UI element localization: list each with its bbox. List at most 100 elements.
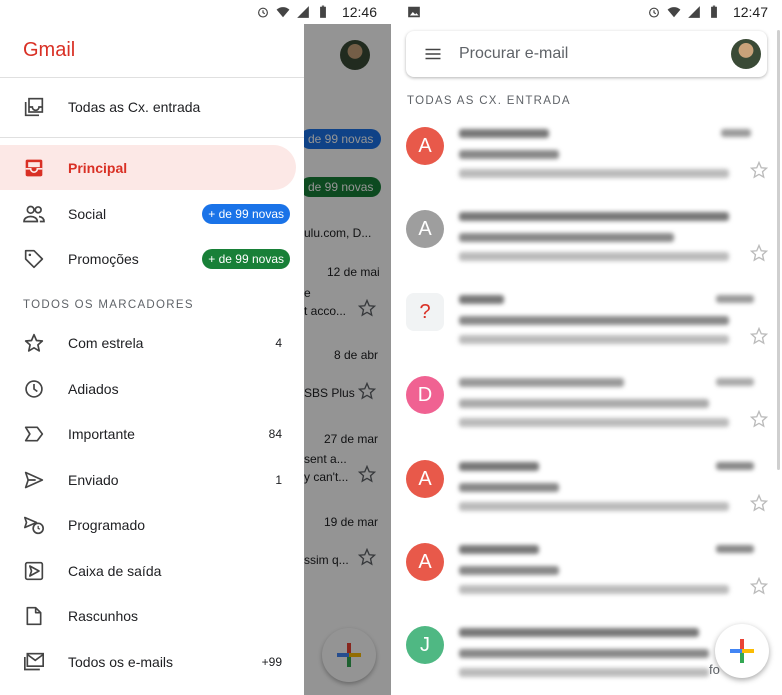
- battery-icon: [320, 5, 326, 18]
- inbox-icon: [23, 157, 45, 179]
- drawer-item-label: Todas as Cx. entrada: [68, 98, 201, 115]
- blurred-subject: [459, 316, 729, 325]
- outbox-icon: [23, 560, 45, 582]
- drawer-item-all-mail[interactable]: Todos os e-mails +99: [0, 639, 304, 684]
- blurred-sender: [459, 295, 504, 304]
- drawer-header: Gmail: [0, 24, 304, 78]
- wifi-icon: [276, 7, 290, 18]
- sender-avatar: J: [406, 626, 444, 664]
- important-icon: [23, 423, 45, 445]
- people-icon: [23, 203, 45, 225]
- alarm-icon: [257, 7, 268, 18]
- drawer-item-outbox[interactable]: Caixa de saída: [0, 548, 304, 593]
- menu-icon[interactable]: [424, 45, 442, 63]
- item-count: 4: [275, 335, 282, 350]
- mail-row[interactable]: A: [391, 210, 782, 294]
- tag-icon: [23, 248, 45, 270]
- mail-row[interactable]: A: [391, 127, 782, 211]
- drawer-item-snoozed[interactable]: Adiados: [0, 366, 304, 411]
- star-icon[interactable]: [750, 161, 768, 179]
- star-icon[interactable]: [750, 410, 768, 428]
- blurred-date: [716, 295, 754, 303]
- drawer-item-label: Principal: [68, 159, 128, 176]
- blurred-snippet: [459, 335, 729, 344]
- drawer-item-label: Rascunhos: [68, 607, 139, 624]
- send-icon: [23, 469, 45, 491]
- sender-avatar: A: [406, 210, 444, 248]
- blurred-snippet: [459, 418, 729, 427]
- wifi-icon: [667, 7, 681, 18]
- status-time: 12:47: [732, 4, 768, 20]
- drawer-item-principal[interactable]: Principal: [0, 145, 296, 190]
- drawer-item-label: Enviado: [68, 471, 119, 488]
- new-count-badge: + de 99 novas: [202, 203, 290, 224]
- signal-icon: [297, 6, 309, 18]
- draft-icon: [23, 605, 45, 627]
- blurred-sender: [459, 129, 549, 138]
- blurred-sender: [459, 212, 729, 221]
- item-count: +99: [261, 654, 282, 669]
- drawer-item-label: Adiados: [68, 380, 119, 397]
- drawer-item-label: Programado: [68, 516, 146, 533]
- status-bar: 12:46: [0, 0, 391, 24]
- status-time: 12:46: [341, 4, 377, 20]
- star-icon[interactable]: [750, 244, 768, 262]
- blurred-sender: [459, 545, 539, 554]
- search-placeholder[interactable]: Procurar e-mail: [459, 45, 568, 63]
- scheduled-icon: [23, 514, 45, 536]
- blurred-sender: [459, 462, 539, 471]
- plus-icon: [730, 639, 754, 663]
- sender-avatar: A: [406, 127, 444, 165]
- star-icon[interactable]: [750, 494, 768, 512]
- blurred-subject: [459, 233, 674, 242]
- drawer-item-social[interactable]: Social + de 99 novas: [0, 191, 304, 236]
- image-notification-icon: [408, 6, 420, 18]
- mail-row[interactable]: A: [391, 460, 782, 544]
- blurred-subject: [459, 649, 709, 658]
- drawer-item-label: Social: [68, 205, 107, 222]
- alarm-icon: [648, 7, 659, 18]
- star-icon[interactable]: [750, 327, 768, 345]
- divider: [0, 137, 304, 138]
- search-bar[interactable]: Procurar e-mail: [406, 31, 767, 77]
- star-icon[interactable]: [750, 577, 768, 595]
- drawer-item-label: Caixa de saída: [68, 562, 162, 579]
- blurred-subject: [459, 399, 709, 408]
- drawer-item-label: Promoções: [68, 250, 139, 267]
- drawer-item-label: Todos os e-mails: [68, 653, 174, 670]
- mail-row[interactable]: A: [391, 543, 782, 627]
- drawer-item-all-inboxes[interactable]: Todas as Cx. entrada: [0, 84, 304, 129]
- item-count: 1: [275, 472, 282, 487]
- signal-icon: [688, 6, 700, 18]
- sender-avatar: A: [406, 543, 444, 581]
- blurred-snippet: [459, 585, 729, 594]
- blurred-snippet: [459, 169, 729, 178]
- blurred-date: [716, 462, 754, 470]
- account-avatar[interactable]: [731, 39, 761, 69]
- star-icon: [23, 332, 45, 354]
- blurred-subject: [459, 150, 559, 159]
- status-bar: 12:47: [391, 0, 782, 24]
- blurred-sender: [459, 378, 624, 387]
- labels-section-title: TODOS OS MARCADORES: [23, 299, 194, 311]
- mail-row[interactable]: ?: [391, 293, 782, 377]
- navigation-drawer: Gmail Todas as Cx. entrada Principal Soc…: [0, 24, 304, 695]
- sender-avatar: D: [406, 376, 444, 414]
- blurred-snippet: [459, 668, 709, 677]
- mail-row[interactable]: D: [391, 376, 782, 460]
- all-inboxes-icon: [23, 96, 45, 118]
- all-mail-icon: [23, 651, 45, 673]
- blurred-sender: [459, 628, 699, 637]
- blurred-snippet: [459, 502, 729, 511]
- drawer-item-label: Com estrela: [68, 334, 144, 351]
- drawer-item-drafts[interactable]: Rascunhos: [0, 593, 304, 638]
- compose-button[interactable]: [715, 624, 769, 678]
- drawer-item-scheduled[interactable]: Programado: [0, 502, 304, 547]
- new-count-badge: + de 99 novas: [202, 248, 290, 269]
- left-screen: de 99 novas de 99 novas ulu.com, D... 12…: [0, 0, 391, 695]
- drawer-item-sent[interactable]: Enviado 1: [0, 457, 304, 502]
- drawer-item-important[interactable]: Importante 84: [0, 411, 304, 456]
- drawer-item-promotions[interactable]: Promoções + de 99 novas: [0, 236, 304, 281]
- item-count: 84: [268, 426, 282, 441]
- drawer-item-starred[interactable]: Com estrela 4: [0, 320, 304, 365]
